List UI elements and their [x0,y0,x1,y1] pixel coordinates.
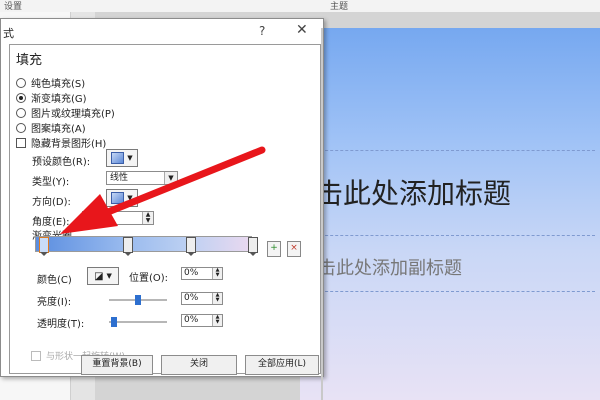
radio-gradient-fill[interactable] [16,92,26,103]
dialog-title: 式 [3,27,14,40]
fill-option-label: 纯色填充(S) [31,79,86,90]
gradient-stop-3[interactable] [186,237,196,256]
dialog-edge-shadow [321,28,323,400]
ribbon-label-theme: 主题 [330,2,349,12]
fill-option-pattern[interactable]: 图案填充(A) [16,120,86,135]
type-select[interactable]: 线性 ▼ [106,171,178,185]
radio-solid-fill[interactable] [16,77,26,88]
help-icon[interactable]: ? [259,24,265,38]
chevron-down-icon: ▼ [106,272,112,280]
ribbon-label-settings: 设置 [4,2,23,12]
remove-stop-icon[interactable]: × [287,241,301,257]
brightness-slider[interactable] [109,295,167,305]
hide-bg-checkbox[interactable] [16,137,26,148]
transparency-value: 0% [184,315,199,325]
title-placeholder-text[interactable]: 击此处添加标题 [315,172,511,212]
format-background-dialog: 式 ? ✕ 填充 纯色填充(S) 渐变填充(G) 图片或纹理填充(P) 图案填充… [0,18,324,377]
direction-button[interactable]: ▼ [106,189,138,207]
angle-label: 角度(E): [32,217,70,228]
apply-all-button[interactable]: 全部应用(L) [245,355,319,375]
radio-picture-fill[interactable] [16,107,26,118]
reset-background-button[interactable]: 重置背景(B) [81,355,153,375]
add-stop-icon[interactable]: + [267,241,281,257]
transparency-label: 透明度(T): [37,319,85,330]
stop-color-button[interactable]: ◪ ▼ [87,267,119,285]
brightness-field[interactable]: 0% ▲ ▼ [181,292,223,305]
position-value: 0% [184,268,199,278]
radio-pattern-fill[interactable] [16,122,26,133]
close-button[interactable]: 关闭 [161,355,237,375]
fill-option-solid[interactable]: 纯色填充(S) [16,75,85,90]
gradient-stop-4[interactable] [248,237,258,256]
preset-colors-label: 预设颜色(R): [32,157,91,168]
gradient-direction-icon [111,192,125,204]
gradient-stops-bar[interactable] [35,236,252,252]
brightness-value: 0% [184,293,199,303]
brightness-slider-thumb[interactable] [135,295,141,305]
subtitle-placeholder-text[interactable]: 击此处添加副标题 [318,254,462,280]
hide-bg-label: 隐藏背景图形(H) [31,139,107,150]
type-value: 线性 [110,173,129,183]
gradient-stop-2[interactable] [123,237,133,256]
spinner-arrows-icon[interactable]: ▲ ▼ [212,268,222,279]
color-label: 颜色(C) [37,275,72,286]
fill-option-label: 图案填充(A) [31,124,86,135]
fill-option-label: 图片或纹理填充(P) [31,109,115,120]
spinner-arrows-icon[interactable]: ▲ ▼ [142,212,153,224]
chevron-down-icon: ▼ [127,154,133,162]
direction-label: 方向(D): [32,197,71,208]
paint-bucket-icon: ◪ [94,270,104,282]
transparency-field[interactable]: 0% ▲ ▼ [181,314,223,327]
gradient-stop-1[interactable] [39,237,49,256]
chevron-down-icon: ▼ [127,194,133,202]
transparency-slider-thumb[interactable] [111,317,117,327]
spinner-arrows-icon[interactable]: ▲ ▼ [212,315,222,326]
brightness-label: 亮度(I): [37,297,72,308]
transparency-slider[interactable] [109,317,167,327]
fill-section-heading: 填充 [16,53,43,68]
close-icon[interactable]: ✕ [296,22,308,38]
preset-colors-button[interactable]: ▼ [106,149,138,167]
fill-option-label: 渐变填充(G) [31,94,87,105]
fill-option-picture[interactable]: 图片或纹理填充(P) [16,105,115,120]
rotate-checkbox[interactable] [31,350,41,361]
angle-spinner[interactable]: ▲ ▼ [82,211,154,225]
position-label: 位置(O): [129,273,169,284]
hide-background-graphics[interactable]: 隐藏背景图形(H) [16,135,106,150]
type-label: 类型(Y): [32,177,70,188]
gradient-swatch-icon [111,152,125,164]
fill-option-gradient[interactable]: 渐变填充(G) [16,90,87,105]
chevron-down-icon[interactable]: ▼ [164,172,177,184]
position-field[interactable]: 0% ▲ ▼ [181,267,223,280]
spinner-arrows-icon[interactable]: ▲ ▼ [212,293,222,304]
